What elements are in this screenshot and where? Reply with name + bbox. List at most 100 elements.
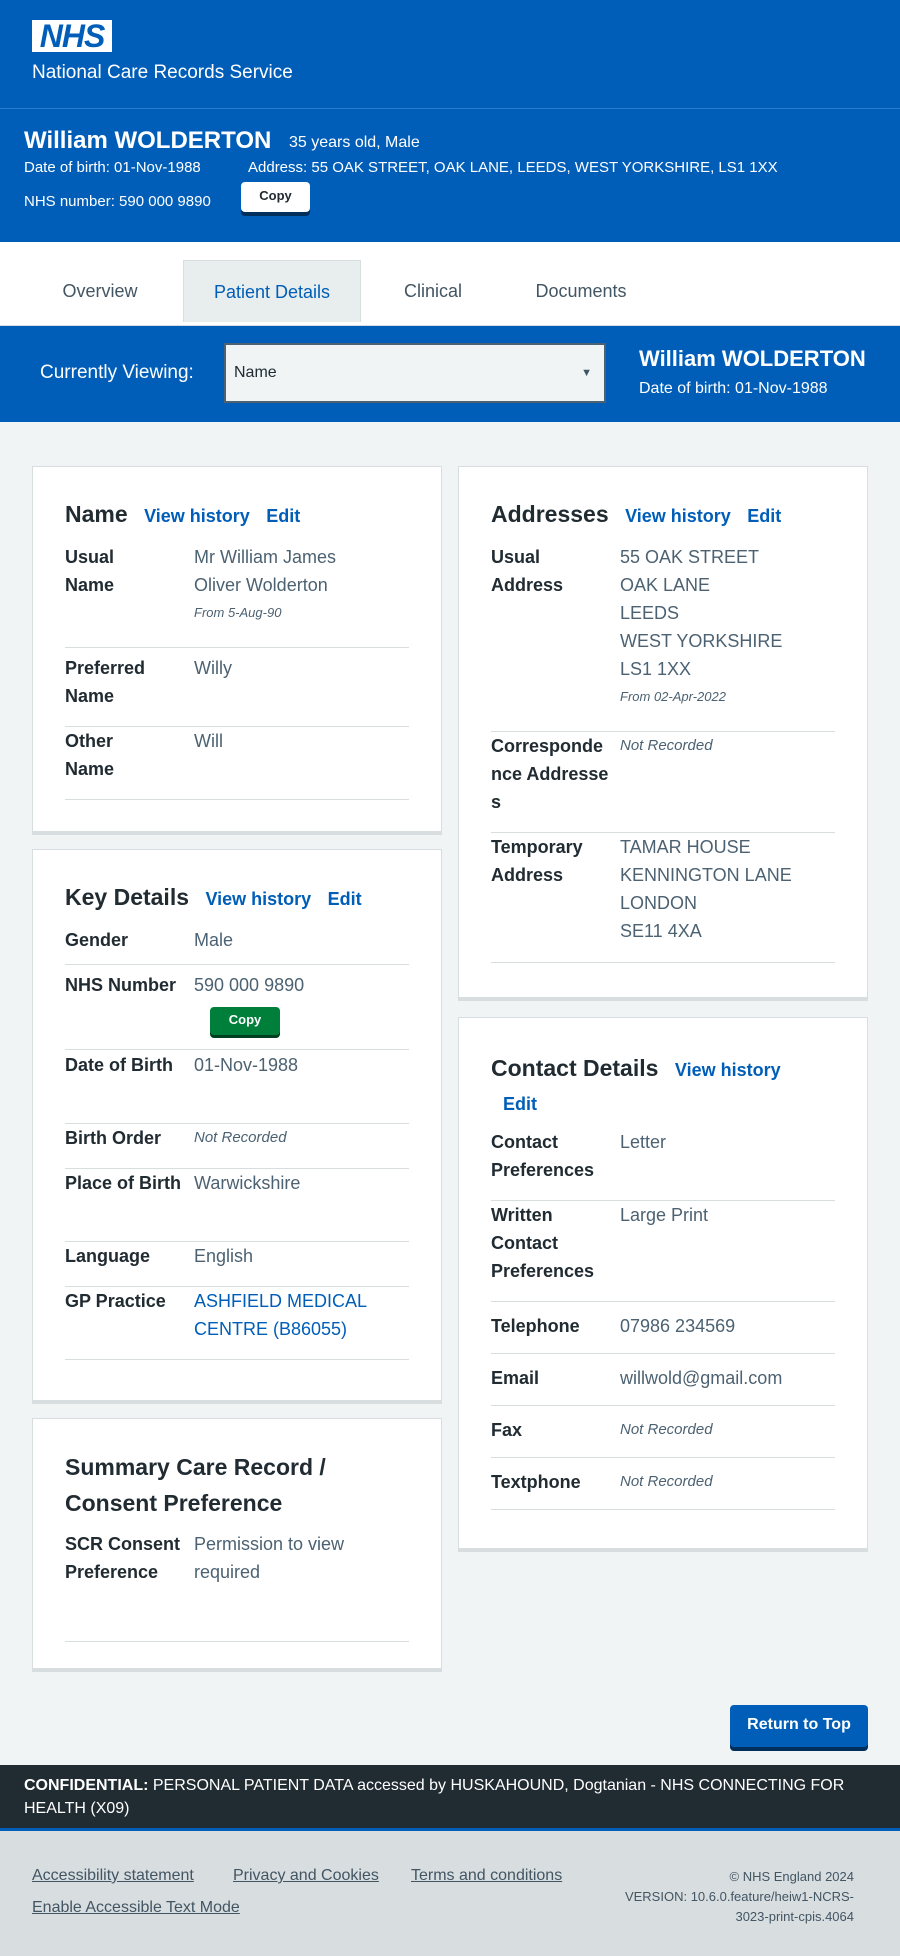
patient-nhs-number: NHS number: 590 000 9890 [24, 193, 211, 210]
view-history-link[interactable]: View history [205, 889, 311, 909]
row-key: Email [491, 1368, 540, 1388]
row-value: Not Recorded [620, 1473, 713, 1490]
row-value: Will [194, 731, 223, 751]
row-value: Large Print [620, 1205, 709, 1225]
detail-row: Email willwold@gmail.com [491, 1354, 835, 1406]
footer-link-accessible-text-mode[interactable]: Enable Accessible Text Mode [32, 1899, 240, 1917]
detail-row: SCR Consent Preference Permission to vie… [65, 1530, 409, 1642]
detail-row: Written Contact Preferences Large Print [491, 1201, 835, 1302]
row-value: Not Recorded [620, 737, 713, 754]
row-value: willwold@gmail.com [620, 1368, 783, 1388]
patient-age-sex: 35 years old, Male [289, 134, 420, 151]
detail-row: Gender Male [65, 926, 409, 965]
row-key: Written Contact Preferences [491, 1205, 595, 1281]
edit-link[interactable]: Edit [747, 506, 781, 526]
detail-row: Telephone 07986 234569 [491, 1302, 835, 1354]
card-title: Summary Care Record / Consent Preference [65, 1454, 326, 1516]
nhs-number-value: 590 000 9890 [194, 975, 305, 995]
detail-row: Place of Birth Warwickshire [65, 1169, 409, 1242]
scr-card-header: Summary Care Record / Consent Preference [65, 1451, 365, 1523]
row-key: Gender [65, 930, 129, 950]
row-value: Warwickshire [194, 1173, 301, 1193]
footer-link-accessibility[interactable]: Accessibility statement [32, 1867, 194, 1885]
row-key: Other Name [65, 731, 115, 779]
tab-documents[interactable]: Documents [512, 260, 650, 322]
tab-patient-details[interactable]: Patient Details [183, 260, 361, 322]
contact-details-card: Contact Details View history Edit Contac… [458, 1017, 868, 1552]
view-history-link[interactable]: View history [675, 1060, 781, 1080]
chevron-down-icon: ▼ [581, 367, 592, 379]
copy-nhs-number-button[interactable]: Copy [241, 182, 310, 212]
detail-row: NHS Number 590 000 9890 Copy [65, 971, 409, 1050]
detail-row: Other Name Will [65, 727, 409, 800]
address-line: WEST YORKSHIRE [620, 631, 783, 651]
confidential-label: CONFIDENTIAL: [24, 1777, 149, 1794]
gp-practice-link[interactable]: ASHFIELD MEDICAL CENTRE (B86055) [194, 1287, 384, 1343]
confidential-text: PERSONAL PATIENT DATA accessed by HUSKAH… [24, 1777, 845, 1817]
row-key: Usual Name [65, 547, 115, 595]
card-title: Addresses [491, 501, 609, 527]
detail-row: Preferred Name Willy [65, 654, 409, 727]
edit-link[interactable]: Edit [503, 1094, 537, 1114]
view-history-link[interactable]: View history [625, 506, 731, 526]
card-title: Contact Details [491, 1055, 659, 1081]
section-select[interactable]: Name ▼ [224, 343, 606, 403]
address-line: SE11 4XA [620, 921, 702, 941]
card-title: Name [65, 501, 128, 527]
footer-meta: © NHS England 2024 VERSION: 10.6.0.featu… [614, 1867, 854, 1927]
copy-nhs-number-button[interactable]: Copy [210, 1007, 280, 1035]
tab-clinical[interactable]: Clinical [380, 260, 486, 322]
row-key: Usual Address [491, 547, 564, 595]
tab-bar: Overview Patient Details Clinical Docume… [0, 242, 900, 326]
from-date: From 02-Apr-2022 [620, 689, 726, 704]
row-key: Language [65, 1246, 151, 1266]
address-line: OAK LANE [620, 575, 711, 595]
detail-row: Fax Not Recorded [491, 1406, 835, 1458]
patient-dob: Date of birth: 01-Nov-1988 [24, 159, 201, 176]
from-date: From 5-Aug-90 [194, 605, 282, 620]
key-details-header: Key Details View history Edit [65, 884, 362, 911]
row-key: Preferred Name [65, 658, 146, 706]
detail-row: Language English [65, 1242, 409, 1287]
detail-row: Textphone Not Recorded [491, 1458, 835, 1510]
row-key: Temporary Address [491, 837, 583, 885]
row-value: English [194, 1246, 254, 1266]
edit-link[interactable]: Edit [328, 889, 362, 909]
service-name: National Care Records Service [32, 62, 293, 83]
footer-link-privacy[interactable]: Privacy and Cookies [233, 1867, 379, 1885]
patient-name: William WOLDERTON [24, 127, 272, 154]
edit-link[interactable]: Edit [266, 506, 300, 526]
detail-row: Contact Preferences Letter [491, 1128, 835, 1201]
scr-card: Summary Care Record / Consent Preference… [32, 1418, 442, 1672]
footer-link-terms[interactable]: Terms and conditions [411, 1867, 562, 1885]
view-history-link[interactable]: View history [144, 506, 250, 526]
key-details-card: Key Details View history Edit Gender Mal… [32, 849, 442, 1404]
tab-overview[interactable]: Overview [38, 260, 162, 322]
address-line: LONDON [620, 893, 698, 913]
name-card: Name View history Edit Usual Name Mr Wil… [32, 466, 442, 835]
row-value: Permission to view required [194, 1534, 345, 1582]
viewbar-patient-name: William WOLDERTON [639, 346, 866, 371]
return-to-top-button[interactable]: Return to Top [730, 1705, 868, 1747]
row-key: Textphone [491, 1472, 581, 1492]
patient-banner: William WOLDERTON 35 years old, Male Dat… [0, 109, 900, 242]
row-value: Willy [194, 658, 232, 678]
row-value: TAMAR HOUSE KENNINGTON LANE LONDON SE11 … [620, 833, 792, 945]
address-line: LS1 1XX [620, 659, 692, 679]
detail-row: GP Practice ASHFIELD MEDICAL CENTRE (B86… [65, 1287, 409, 1360]
section-select-value: Name [234, 364, 277, 381]
detail-row: Date of Birth 01-Nov-1988 [65, 1051, 409, 1124]
site-header: NHS National Care Records Service [0, 0, 900, 108]
row-value: Letter [620, 1132, 667, 1152]
row-value: Not Recorded [194, 1129, 287, 1146]
row-key: GP Practice [65, 1291, 166, 1311]
addresses-card: Addresses View history Edit Usual Addres… [458, 466, 868, 1001]
nhs-logo[interactable]: NHS [32, 20, 112, 52]
row-value: Not Recorded [620, 1421, 713, 1438]
row-key: Fax [491, 1420, 523, 1440]
row-key: Place of Birth [65, 1173, 182, 1193]
row-value: Mr William James Oliver Wolderton From 5… [194, 543, 374, 623]
row-value: 55 OAK STREET OAK LANE LEEDS WEST YORKSH… [620, 543, 782, 707]
address-line: 55 OAK STREET [620, 547, 760, 567]
detail-row: Birth Order Not Recorded [65, 1124, 409, 1169]
